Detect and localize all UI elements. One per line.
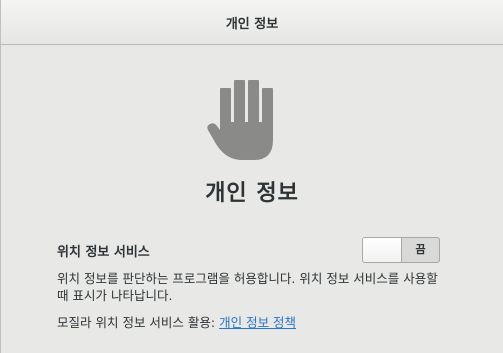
page-title: 개인 정보 xyxy=(205,181,299,206)
location-service-toggle[interactable]: 끔 xyxy=(362,237,440,263)
location-service-description: 위치 정보를 판단하는 프로그램을 허용합니다. 위치 정보 서비스를 사용할 … xyxy=(57,271,438,303)
policy-line: 모질라 위치 정보 서비스 활용: 개인 정보 정책 xyxy=(57,312,296,331)
toggle-state-label: 끔 xyxy=(415,243,426,256)
privacy-policy-link[interactable]: 개인 정보 정책 xyxy=(219,315,296,330)
toggle-knob[interactable] xyxy=(363,238,402,262)
hand-stop-icon xyxy=(207,80,273,160)
location-service-label: 위치 정보 서비스 xyxy=(57,245,150,260)
policy-prefix: 모질라 위치 정보 서비스 활용: xyxy=(57,315,216,330)
header-bar: 개인 정보 xyxy=(1,0,503,45)
window-title: 개인 정보 xyxy=(225,16,279,32)
privacy-window: 개인 정보 개인 정보 위치 정보 서비스 끔 위치 정보를 판단하는 프로그램… xyxy=(0,0,503,353)
